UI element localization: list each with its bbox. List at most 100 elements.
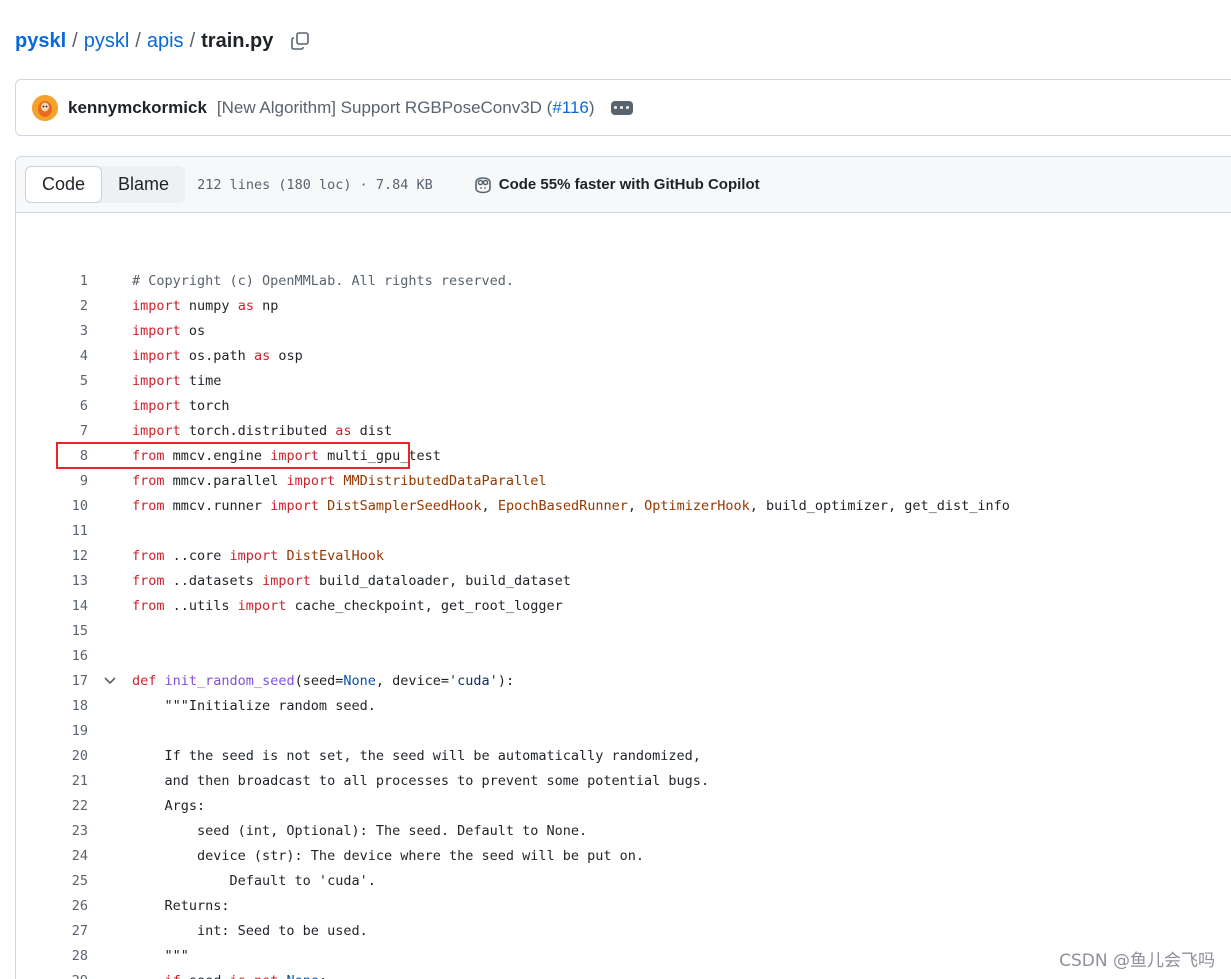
ellipsis-icon [614,106,618,109]
code-line: 5 import time [16,368,1230,393]
line-number[interactable]: 9 [16,473,88,489]
ellipsis-icon [626,106,630,109]
line-number[interactable]: 27 [16,923,88,939]
tab-blame[interactable]: Blame [102,166,185,203]
code-line: 24 device (str): The device where the se… [16,843,1230,868]
line-number[interactable]: 4 [16,348,88,364]
line-number[interactable]: 17 [16,673,88,689]
code-line: 6 import torch [16,393,1230,418]
code-line: 27 int: Seed to be used. [16,918,1230,943]
code-line: 13 from ..datasets import build_dataloade… [16,568,1230,593]
code-text: from ..core import DistEvalHook [132,547,385,564]
line-number[interactable]: 18 [16,698,88,714]
code-line: 1 # Copyright (c) OpenMMLab. All rights r… [16,268,1230,293]
code-text: from mmcv.parallel import MMDistributedD… [132,472,547,489]
view-toggle: Code Blame [25,166,186,203]
code-line: 12 from ..core import DistEvalHook [16,543,1230,568]
file-view: Code Blame 212 lines (180 loc) · 7.84 KB… [15,156,1231,979]
breadcrumb-dir-apis-link[interactable]: apis [147,30,184,53]
code-line: 7 import torch.distributed as dist [16,418,1230,443]
code-text: seed (int, Optional): The seed. Default … [132,822,588,839]
line-number[interactable]: 29 [16,973,88,979]
code-line: 17 def init_random_seed(seed=None, device… [16,668,1230,693]
copilot-icon [474,176,491,193]
line-number[interactable]: 15 [16,623,88,639]
line-number[interactable]: 23 [16,823,88,839]
line-number[interactable]: 28 [16,948,88,964]
line-number[interactable]: 14 [16,598,88,614]
line-number[interactable]: 2 [16,298,88,314]
file-header: Code Blame 212 lines (180 loc) · 7.84 KB… [16,157,1231,213]
avatar-icon [32,94,58,121]
code-line: 11 [16,518,1230,543]
code-line: 20 If the seed is not set, the seed will… [16,743,1230,768]
line-number[interactable]: 16 [16,648,88,664]
breadcrumb-separator: / [189,29,196,52]
line-number[interactable]: 10 [16,498,88,514]
commit-author[interactable]: kennymckormick [68,98,207,118]
code-line: 14 from ..utils import cache_checkpoint, … [16,593,1230,618]
code-line: 28 """ [16,943,1230,968]
code-text: Args: [132,797,206,814]
copilot-text: Code 55% faster with GitHub Copilot [498,176,760,193]
commit-details-button[interactable] [610,100,633,115]
watermark: CSDN @鱼儿会飞吗 [1059,951,1215,971]
code-text: and then broadcast to all processes to p… [132,772,710,789]
code-line: 15 [16,618,1230,643]
line-number[interactable]: 21 [16,773,88,789]
commit-pr-link[interactable]: #116 [552,98,589,117]
code-text: Default to 'cuda'. [132,872,376,889]
code-line: 19 [16,718,1230,743]
code-line: 9 from mmcv.parallel import MMDistributed… [16,468,1230,493]
line-number[interactable]: 20 [16,748,88,764]
latest-commit-bar: kennymckormick [New Algorithm] Support R… [15,79,1231,136]
code-line: 2 import numpy as np [16,293,1230,318]
breadcrumb-repo-link[interactable]: pyskl [15,30,66,53]
commit-message[interactable]: [New Algorithm] Support RGBPoseConv3D (#… [217,98,595,118]
line-number[interactable]: 24 [16,848,88,864]
code-line: 18 """Initialize random seed. [16,693,1230,718]
code-text: import os.path as osp [132,347,303,364]
line-number[interactable]: 12 [16,548,88,564]
line-number[interactable]: 6 [16,398,88,414]
line-number[interactable]: 19 [16,723,88,739]
code-text: import numpy as np [132,297,279,314]
breadcrumb: pyskl / pyskl / apis / train.py [15,27,311,55]
code-line: 21 and then broadcast to all processes t… [16,768,1230,793]
commit-message-suffix: ) [588,97,595,117]
line-number[interactable]: 3 [16,323,88,339]
line-number[interactable]: 11 [16,523,88,539]
code-text: Returns: [132,897,230,914]
code-text: if seed is not None: [132,973,328,979]
line-number[interactable]: 13 [16,573,88,589]
line-number[interactable]: 26 [16,898,88,914]
tab-code[interactable]: Code [25,166,103,203]
copy-icon [291,32,310,50]
code-text: def init_random_seed(seed=None, device='… [132,672,515,689]
copy-path-button[interactable] [289,30,311,52]
code-text: int: Seed to be used. [132,922,368,939]
line-number[interactable]: 5 [16,373,88,389]
line-number[interactable]: 1 [16,273,88,289]
code-text: """ [132,947,189,964]
code-text: import torch [132,397,230,414]
breadcrumb-separator: / [135,29,141,52]
line-number[interactable]: 22 [16,798,88,814]
file-info: 212 lines (180 loc) · 7.84 KB [197,176,433,193]
avatar[interactable] [32,94,58,121]
code-text: device (str): The device where the seed … [132,847,645,864]
code-text: from mmcv.runner import DistSamplerSeedH… [132,497,1010,514]
code-text: from ..utils import cache_checkpoint, ge… [132,597,563,614]
code-text: # Copyright (c) OpenMMLab. All rights re… [132,272,515,289]
code-line: 4 import os.path as osp [16,343,1230,368]
line-number[interactable]: 7 [16,423,88,439]
code-line: 25 Default to 'cuda'. [16,868,1230,893]
fold-chevron-down-icon[interactable] [88,676,132,685]
copilot-link[interactable]: Code 55% faster with GitHub Copilot [473,176,760,194]
line-number[interactable]: 25 [16,873,88,889]
code-line: 16 [16,643,1230,668]
breadcrumb-dir-pyskl-link[interactable]: pyskl [84,30,130,53]
highlight-annotation [56,442,410,469]
ellipsis-icon [620,106,624,109]
code-line: 23 seed (int, Optional): The seed. Defau… [16,818,1230,843]
